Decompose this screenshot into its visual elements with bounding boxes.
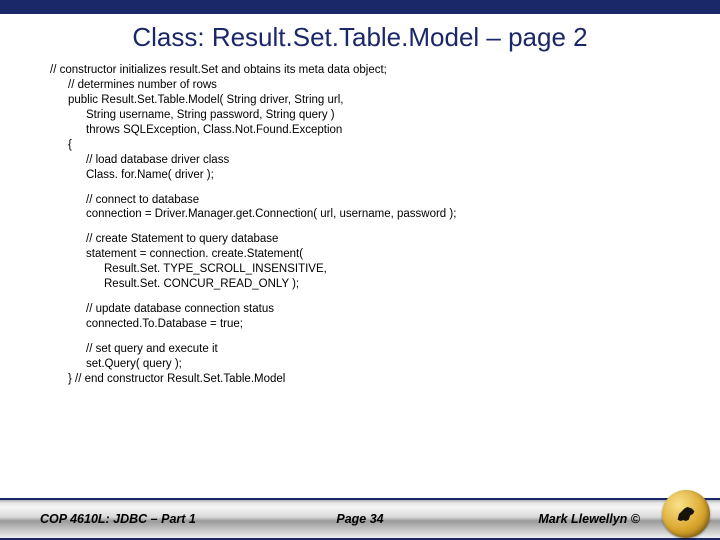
university-seal-icon <box>662 490 710 538</box>
code-line: // update database connection status <box>50 302 670 317</box>
code-line: String username, String password, String… <box>50 108 670 123</box>
code-line: { <box>50 138 670 153</box>
code-line: public Result.Set.Table.Model( String dr… <box>50 93 670 108</box>
code-line: // determines number of rows <box>50 78 670 93</box>
code-line: Result.Set. CONCUR_READ_ONLY ); <box>50 277 670 292</box>
footer-bar: COP 4610L: JDBC – Part 1 Page 34 Mark Ll… <box>0 498 720 540</box>
footer-author: Mark Llewellyn © <box>538 512 640 526</box>
code-line: // set query and execute it <box>50 342 670 357</box>
code-line: // connect to database <box>50 193 670 208</box>
code-line: // load database driver class <box>50 153 670 168</box>
code-line: throws SQLException, Class.Not.Found.Exc… <box>50 123 670 138</box>
code-line: // constructor initializes result.Set an… <box>50 63 670 78</box>
code-line: Class. for.Name( driver ); <box>50 168 670 183</box>
code-line: Result.Set. TYPE_SCROLL_INSENSITIVE, <box>50 262 670 277</box>
footer-course: COP 4610L: JDBC – Part 1 <box>40 512 196 526</box>
slide-footer: COP 4610L: JDBC – Part 1 Page 34 Mark Ll… <box>0 498 720 540</box>
footer-page: Page 34 <box>336 512 383 526</box>
code-line: connected.To.Database = true; <box>50 317 670 332</box>
code-line: connection = Driver.Manager.get.Connecti… <box>50 207 670 222</box>
code-line: statement = connection. create.Statement… <box>50 247 670 262</box>
code-line: set.Query( query ); <box>50 357 670 372</box>
code-line: } // end constructor Result.Set.Table.Mo… <box>50 372 670 387</box>
slide-title: Class: Result.Set.Table.Model – page 2 <box>0 14 720 63</box>
code-listing: // constructor initializes result.Set an… <box>0 63 720 387</box>
top-accent-bar <box>0 0 720 14</box>
code-line: // create Statement to query database <box>50 232 670 247</box>
